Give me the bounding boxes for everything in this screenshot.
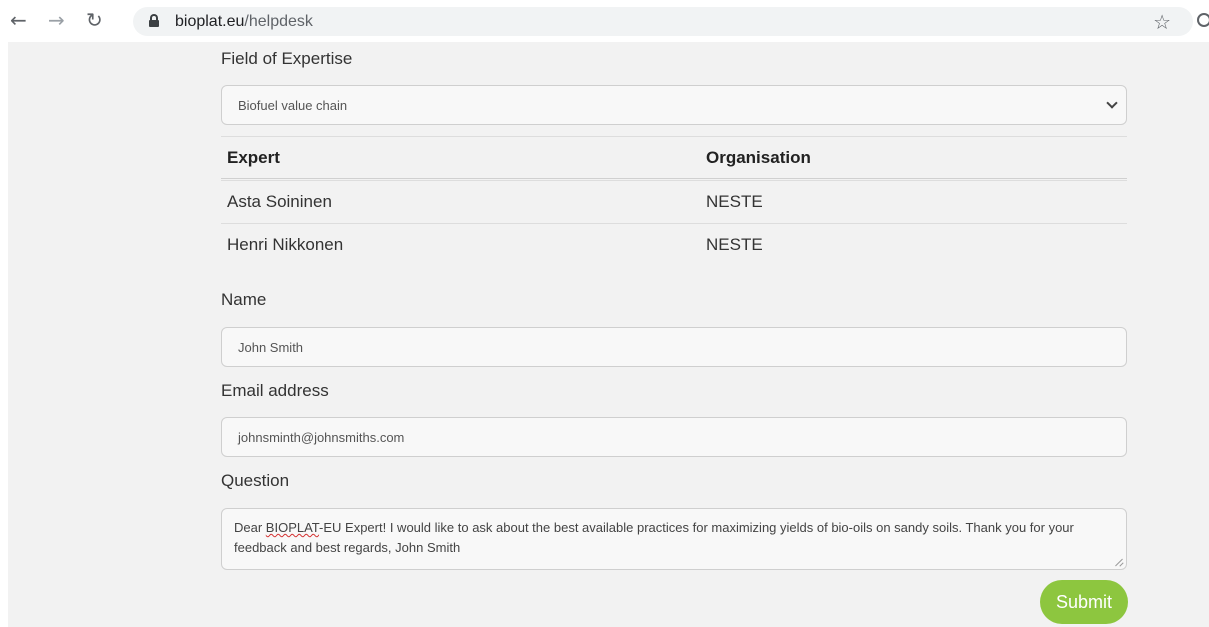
bookmark-star-icon[interactable]: ☆	[1153, 10, 1171, 34]
browser-toolbar: ← → ↻ bioplat.eu/helpdesk ☆	[0, 0, 1209, 42]
table-row: Henri Nikkonen NESTE	[221, 223, 1127, 266]
expertise-select[interactable]: Biofuel value chain	[221, 85, 1127, 125]
email-label: Email address	[221, 381, 329, 400]
spellcheck-word: BIOPLAT	[265, 520, 320, 535]
url-path: /helpdesk	[244, 13, 313, 30]
url-host: bioplat.eu	[175, 13, 245, 30]
table-header-row: Expert Organisation	[221, 136, 1127, 179]
table-row: Asta Soininen NESTE	[221, 180, 1127, 223]
name-input-value: John Smith	[238, 340, 304, 355]
page-content: Field of Expertise Biofuel value chain E…	[8, 42, 1209, 627]
reload-icon[interactable]: ↻	[86, 10, 103, 30]
chevron-down-icon	[1106, 97, 1118, 109]
expert-name: Henri Nikkonen	[227, 235, 344, 254]
question-textarea[interactable]: Dear BIOPLAT-EU Expert! I would like to …	[221, 508, 1127, 570]
name-input[interactable]: John Smith	[221, 327, 1127, 367]
question-label: Question	[221, 471, 290, 490]
question-text-rest: -EU Expert! I would like to ask about th…	[234, 520, 1074, 555]
submit-button[interactable]: Submit	[1040, 580, 1128, 624]
resize-handle-icon[interactable]	[1115, 558, 1123, 566]
header-organisation: Organisation	[706, 148, 811, 167]
back-arrow-icon[interactable]: ←	[10, 10, 27, 30]
expert-name: Asta Soininen	[227, 192, 332, 211]
forward-arrow-icon[interactable]: →	[48, 10, 65, 30]
email-input[interactable]: johnsminth@johnsmiths.com	[221, 417, 1127, 457]
email-input-value: johnsminth@johnsmiths.com	[238, 430, 405, 445]
address-bar[interactable]: bioplat.eu/helpdesk ☆	[133, 7, 1193, 36]
header-expert: Expert	[227, 148, 280, 167]
extension-icon[interactable]	[1197, 13, 1209, 27]
lock-icon[interactable]	[149, 14, 159, 27]
name-label: Name	[221, 290, 267, 309]
expertise-label: Field of Expertise	[221, 49, 353, 68]
expert-organisation: NESTE	[706, 235, 763, 254]
url-text[interactable]: bioplat.eu/helpdesk	[175, 13, 313, 31]
expertise-select-value: Biofuel value chain	[238, 98, 348, 113]
question-text-prefix: Dear	[234, 520, 266, 535]
expert-organisation: NESTE	[706, 192, 763, 211]
